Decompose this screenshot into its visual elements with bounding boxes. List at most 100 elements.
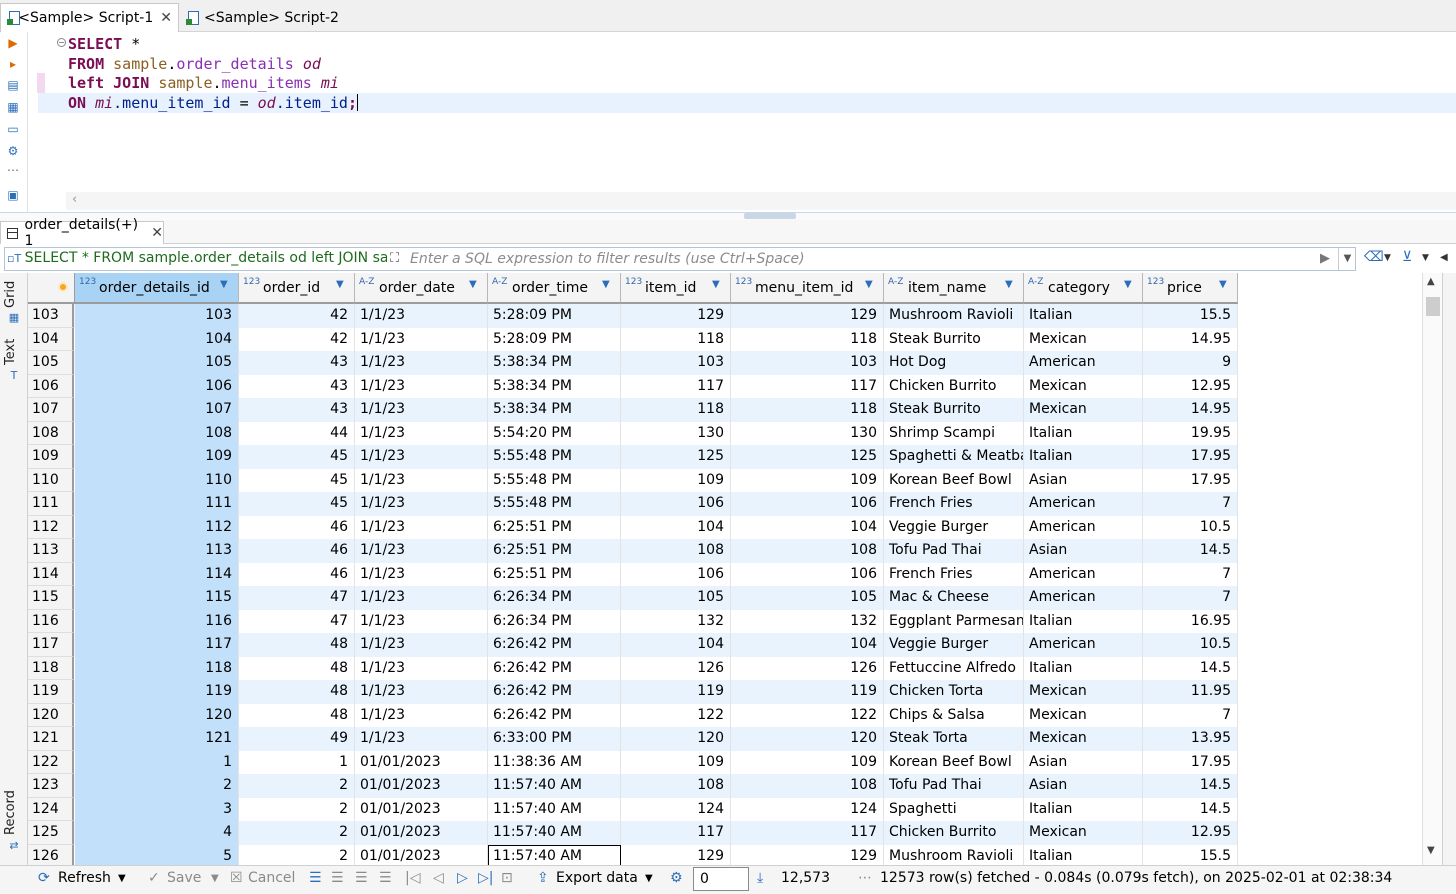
cell-price[interactable]: 16.95 <box>1143 609 1238 633</box>
cell-order_id[interactable]: 48 <box>239 703 355 727</box>
refresh-dropdown-icon[interactable]: ▼ <box>118 873 126 884</box>
table-row[interactable]: 115 115 47 1/1/23 6:26:34 PM 105 105 Mac & Chee… <box>28 586 1238 610</box>
cell-category[interactable]: Italian <box>1024 304 1143 328</box>
table-row[interactable]: 121 121 49 1/1/23 6:33:00 PM 120 120 Steak Tort… <box>28 727 1238 751</box>
cell-item_name[interactable]: Chips & Salsa <box>884 703 1024 727</box>
row-number[interactable]: 103 <box>28 304 74 328</box>
cell-order_time[interactable]: 6:25:51 PM <box>488 515 621 539</box>
row-number[interactable]: 110 <box>28 468 74 492</box>
table-row[interactable]: 112 112 46 1/1/23 6:25:51 PM 104 104 Veggie Bur… <box>28 515 1238 539</box>
table-row[interactable]: 113 113 46 1/1/23 6:25:51 PM 108 108 Tofu Pad T… <box>28 539 1238 563</box>
cell-price[interactable]: 14.95 <box>1143 398 1238 422</box>
cell-order_time[interactable]: 6:26:34 PM <box>488 609 621 633</box>
panel-splitter[interactable] <box>0 212 1456 220</box>
cell-order_time[interactable]: 6:26:42 PM <box>488 703 621 727</box>
cell-order_id[interactable]: 43 <box>239 374 355 398</box>
cell-item_name[interactable]: Eggplant Parmesan <box>884 609 1024 633</box>
cell-order_date[interactable]: 1/1/23 <box>355 586 488 610</box>
cell-item_name[interactable]: Hot Dog <box>884 351 1024 375</box>
cell-order_details_id[interactable]: 109 <box>75 445 239 469</box>
output-panel-icon[interactable]: ▣ <box>6 188 20 202</box>
cell-item_name[interactable]: Chicken Burrito <box>884 821 1024 845</box>
cell-price[interactable]: 14.5 <box>1143 774 1238 798</box>
close-icon[interactable]: ✕ <box>160 10 172 26</box>
cell-menu_item_id[interactable]: 120 <box>731 727 884 751</box>
cell-order_id[interactable]: 44 <box>239 421 355 445</box>
results-tab[interactable]: order_details(+) 1 ✕ <box>0 217 164 249</box>
cell-order_details_id[interactable]: 112 <box>75 515 239 539</box>
editor-tab-script-2[interactable]: <Sample> Script-2 <box>180 3 345 32</box>
cell-category[interactable]: Mexican <box>1024 703 1143 727</box>
table-row[interactable]: 107 107 43 1/1/23 5:38:34 PM 118 118 Steak Burr… <box>28 398 1238 422</box>
cell-order_date[interactable]: 01/01/2023 <box>355 774 488 798</box>
row-number[interactable]: 115 <box>28 586 74 610</box>
first-row-icon[interactable]: |◁ <box>405 870 420 886</box>
cell-category[interactable]: American <box>1024 633 1143 657</box>
sort-filter-icon[interactable]: ▼ <box>602 279 610 290</box>
cell-menu_item_id[interactable]: 132 <box>731 609 884 633</box>
cell-item_id[interactable]: 109 <box>621 750 731 774</box>
sql-editor[interactable]: ▶ ▸ ▤ ▦ ▭ ⚙ ⋯ ▣ − SELECT * FROM sample.or… <box>0 32 1456 212</box>
cell-item_id[interactable]: 104 <box>621 515 731 539</box>
cell-order_id[interactable]: 46 <box>239 562 355 586</box>
cell-order_details_id[interactable]: 5 <box>75 844 239 865</box>
cell-category[interactable]: Asian <box>1024 750 1143 774</box>
cell-order_details_id[interactable]: 104 <box>75 327 239 351</box>
cell-item_id[interactable]: 129 <box>621 304 731 328</box>
row-number[interactable]: 111 <box>28 492 74 516</box>
cell-category[interactable]: American <box>1024 492 1143 516</box>
cell-item_name[interactable]: French Fries <box>884 562 1024 586</box>
cell-order_date[interactable]: 1/1/23 <box>355 351 488 375</box>
cell-order_details_id[interactable]: 105 <box>75 351 239 375</box>
cell-order_details_id[interactable]: 121 <box>75 727 239 751</box>
cell-price[interactable]: 7 <box>1143 492 1238 516</box>
cell-price[interactable]: 11.95 <box>1143 680 1238 704</box>
record-icon[interactable]: ⇄ <box>7 839 21 853</box>
table-row[interactable]: 120 120 48 1/1/23 6:26:42 PM 122 122 Chips & Sa… <box>28 703 1238 727</box>
row-number[interactable]: 113 <box>28 539 74 563</box>
cell-order_time[interactable]: 5:38:34 PM <box>488 398 621 422</box>
cell-category[interactable]: American <box>1024 351 1143 375</box>
cell-menu_item_id[interactable]: 124 <box>731 797 884 821</box>
cell-order_date[interactable]: 01/01/2023 <box>355 750 488 774</box>
cell-order_date[interactable]: 1/1/23 <box>355 680 488 704</box>
row-number-header[interactable] <box>28 273 76 304</box>
cell-price[interactable]: 9 <box>1143 351 1238 375</box>
table-row[interactable]: 119 119 48 1/1/23 6:26:42 PM 119 119 Chicken To… <box>28 680 1238 704</box>
save-button[interactable]: Save <box>167 870 201 886</box>
table-row[interactable]: 126 5 2 01/01/2023 11:57:40 AM 129 129 Mushroom… <box>28 844 1238 865</box>
fetch-size-input[interactable]: 0 <box>693 867 749 891</box>
fold-collapse-icon[interactable]: − <box>57 38 66 47</box>
cell-order_id[interactable]: 43 <box>239 351 355 375</box>
fetch-all-icon[interactable]: ⤓ <box>757 870 763 886</box>
column-header-order_id[interactable]: 123 order_id ▼ <box>239 273 355 304</box>
cell-order_id[interactable]: 48 <box>239 633 355 657</box>
table-row[interactable]: 122 1 1 01/01/2023 11:38:36 AM 109 109 Korean B… <box>28 750 1238 774</box>
cell-category[interactable]: Italian <box>1024 421 1143 445</box>
cell-order_details_id[interactable]: 119 <box>75 680 239 704</box>
sort-filter-icon[interactable]: ▼ <box>1219 279 1227 290</box>
cell-order_time[interactable]: 5:55:48 PM <box>488 445 621 469</box>
cell-order_time[interactable]: 5:28:09 PM <box>488 327 621 351</box>
cell-item_id[interactable]: 117 <box>621 374 731 398</box>
cell-order_id[interactable]: 45 <box>239 492 355 516</box>
cell-order_id[interactable]: 1 <box>239 750 355 774</box>
cell-order_details_id[interactable]: 108 <box>75 421 239 445</box>
cell-item_id[interactable]: 122 <box>621 703 731 727</box>
export-dropdown-icon[interactable]: ▼ <box>645 873 653 884</box>
eraser-icon[interactable]: ⌫ <box>1364 249 1384 265</box>
cell-price[interactable]: 7 <box>1143 586 1238 610</box>
cell-menu_item_id[interactable]: 109 <box>731 468 884 492</box>
cell-order_id[interactable]: 43 <box>239 398 355 422</box>
row-number[interactable]: 118 <box>28 656 74 680</box>
row-number[interactable]: 122 <box>28 750 74 774</box>
cell-menu_item_id[interactable]: 129 <box>731 844 884 865</box>
scroll-down-icon[interactable]: ▼ <box>1427 845 1435 856</box>
cell-price[interactable]: 7 <box>1143 562 1238 586</box>
cell-order_time[interactable]: 11:38:36 AM <box>488 750 621 774</box>
cell-order_id[interactable]: 48 <box>239 680 355 704</box>
cell-menu_item_id[interactable]: 122 <box>731 703 884 727</box>
sort-filter-icon[interactable]: ▼ <box>1005 279 1013 290</box>
cell-price[interactable]: 14.95 <box>1143 327 1238 351</box>
filter-input[interactable]: Enter a SQL expression to filter results… <box>410 251 805 267</box>
